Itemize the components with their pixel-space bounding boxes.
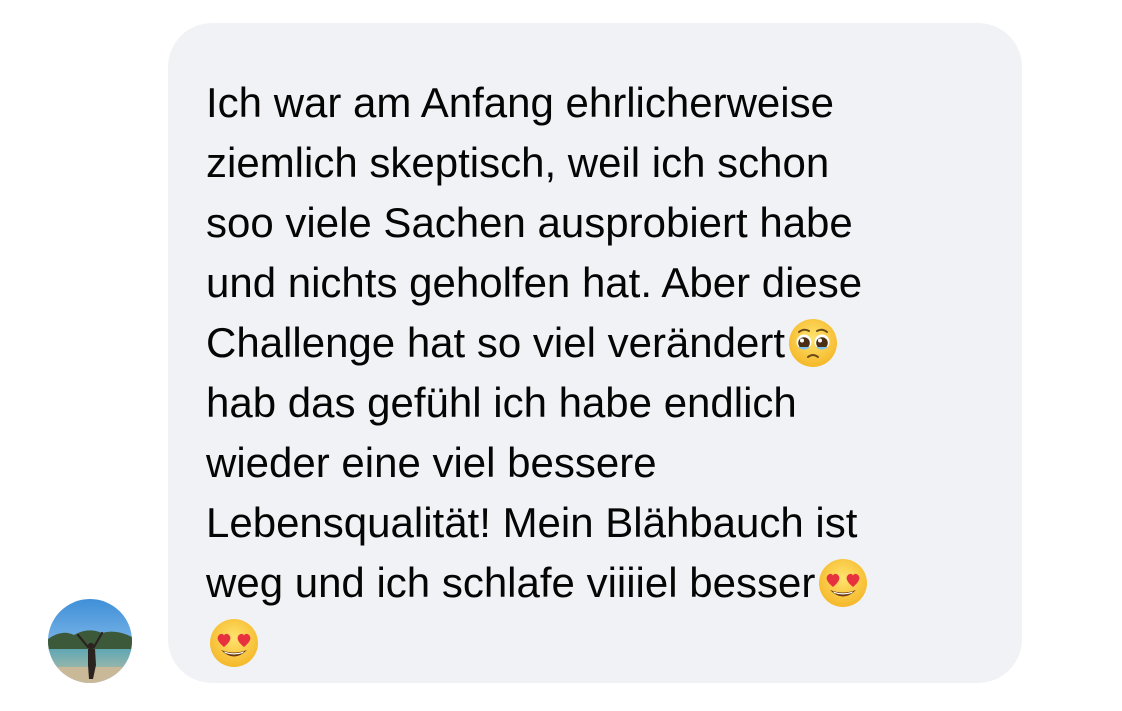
message-text: Ich war am Anfang ehrlicherweise ziemlic… — [206, 73, 982, 673]
heart-eyes-emoji-icon — [817, 557, 869, 609]
chat-thread: Ich war am Anfang ehrlicherweise ziemlic… — [0, 0, 1122, 711]
heart-eyes-emoji-icon — [208, 617, 260, 669]
message-text-part-1: Ich war am Anfang ehrlicherweise ziemlic… — [206, 79, 863, 366]
sender-avatar[interactable] — [48, 599, 132, 683]
profile-photo-beach-icon — [48, 599, 132, 683]
message-text-part-2: hab das gefühl ich habe endlich wieder e… — [206, 379, 858, 606]
pleading-face-emoji-icon — [787, 317, 839, 369]
message-bubble[interactable]: Ich war am Anfang ehrlicherweise ziemlic… — [168, 23, 1022, 683]
